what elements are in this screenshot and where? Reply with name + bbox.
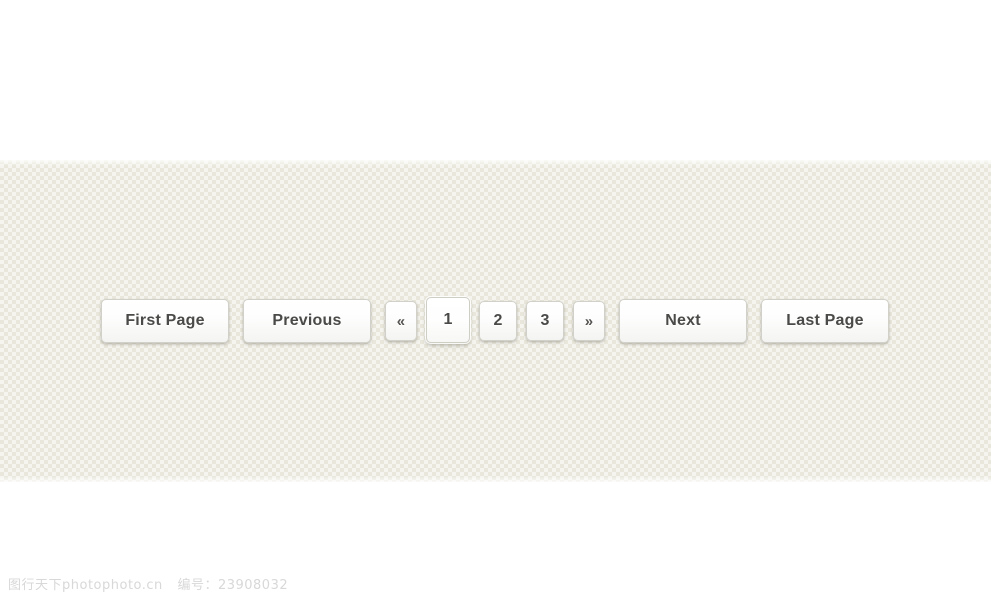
watermark-id: 编号：23908032 (177, 578, 289, 593)
prev-arrow-icon[interactable]: « (385, 301, 417, 341)
previous-button[interactable]: Previous (243, 299, 371, 343)
page-number-button-1[interactable]: 1 (426, 296, 470, 343)
page-canvas: First Page Previous « 1 2 3 » Next Last … (0, 0, 991, 603)
last-page-button[interactable]: Last Page (761, 299, 889, 343)
watermark: 图行天下photophoto.cn 编号：23908032 (8, 578, 288, 594)
pagination-bar: First Page Previous « 1 2 3 » Next Last … (101, 296, 889, 343)
page-number-button-3[interactable]: 3 (526, 301, 564, 341)
next-arrow-icon[interactable]: » (573, 301, 605, 341)
watermark-site: 图行天下photophoto.cn (8, 578, 163, 593)
next-button[interactable]: Next (619, 299, 747, 343)
page-number-button-2[interactable]: 2 (479, 301, 517, 341)
first-page-button[interactable]: First Page (101, 299, 229, 343)
